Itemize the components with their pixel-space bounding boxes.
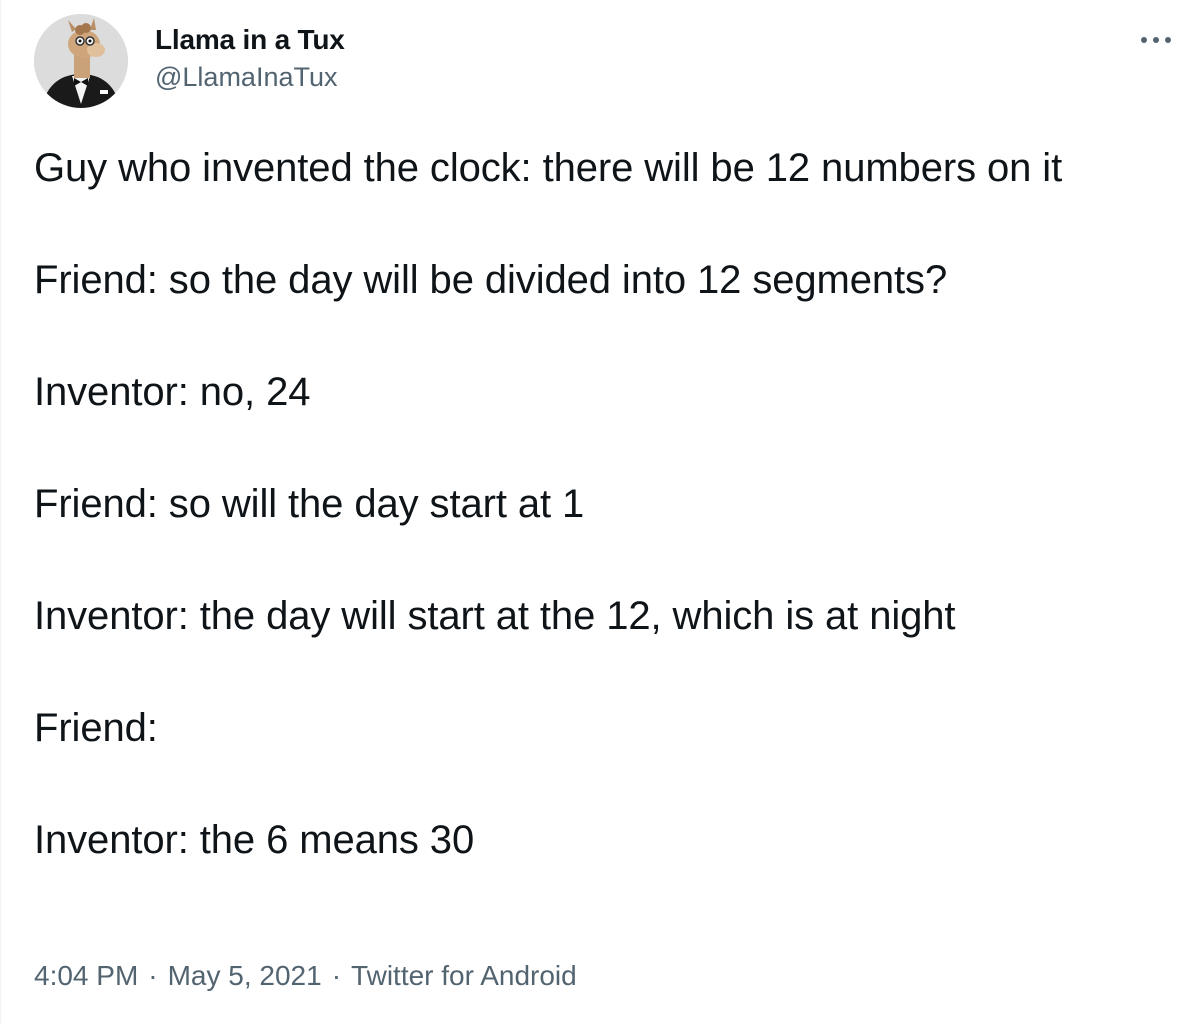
tweet-paragraph: Inventor: no, 24 (34, 370, 311, 414)
tweet-metadata: 4:04 PM · May 5, 2021 · Twitter for Android (34, 954, 577, 998)
llama-avatar-icon (34, 14, 128, 108)
author-display-name[interactable]: Llama in a Tux (155, 24, 345, 56)
meta-separator: · (148, 960, 158, 991)
tweet-paragraph: Friend: so will the day start at 1 (34, 482, 585, 526)
tweet: Llama in a Tux @LlamaInaTux Guy who inve… (0, 0, 1196, 1024)
tweet-text: Guy who invented the clock: there will b… (34, 140, 1164, 868)
author-names: Llama in a Tux @LlamaInaTux (155, 24, 345, 93)
tweet-time[interactable]: 4:04 PM (34, 960, 138, 991)
tweet-paragraph: Guy who invented the clock: there will b… (34, 146, 1063, 190)
tweet-paragraph: Inventor: the day will start at the 12, … (34, 594, 956, 638)
tweet-header: Llama in a Tux @LlamaInaTux (34, 14, 1176, 110)
author-handle[interactable]: @LlamaInaTux (155, 61, 345, 93)
avatar[interactable] (34, 14, 128, 108)
tweet-paragraph: Inventor: the 6 means 30 (34, 818, 475, 862)
more-horizontal-icon (1141, 37, 1171, 43)
meta-separator: · (331, 960, 342, 991)
more-options-button[interactable] (1136, 20, 1176, 60)
tweet-date[interactable]: May 5, 2021 (168, 960, 322, 991)
tweet-paragraph: Friend: so the day will be divided into … (34, 258, 948, 302)
tweet-paragraph: Friend: (34, 706, 158, 750)
tweet-source[interactable]: Twitter for Android (351, 960, 577, 991)
